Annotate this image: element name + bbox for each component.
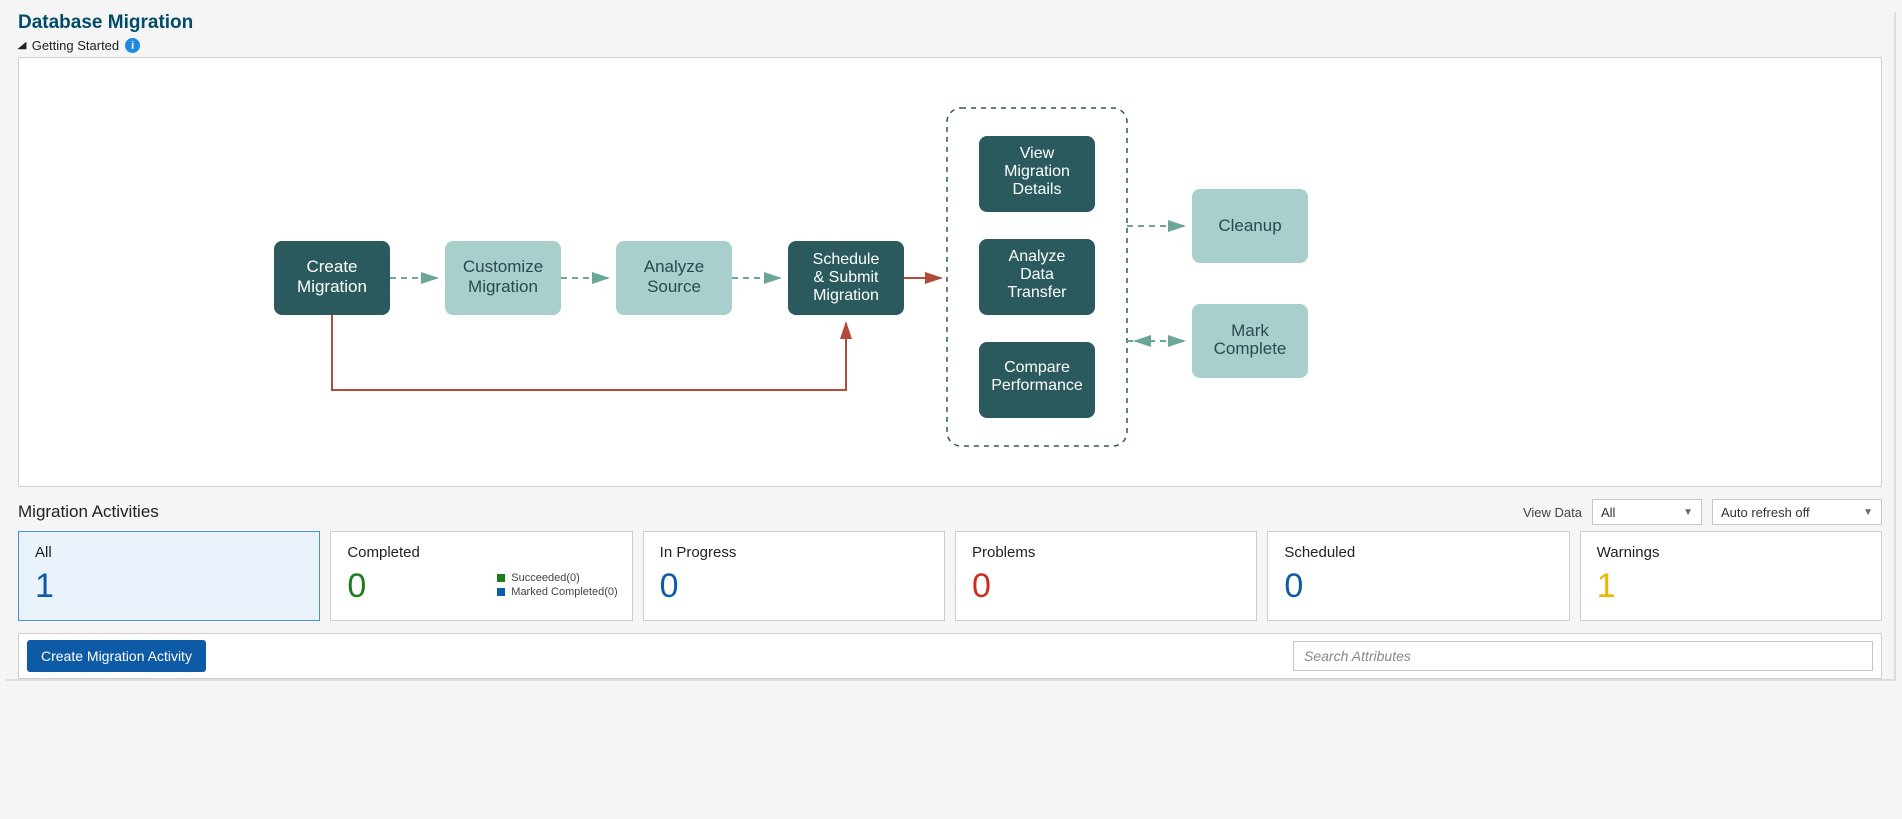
svg-text:Migration: Migration (1004, 163, 1070, 180)
card-value: 0 (972, 567, 1240, 606)
auto-refresh-select[interactable]: Auto refresh off ▼ (1712, 499, 1882, 525)
completed-legend: Succeeded(0) Marked Completed(0) (497, 572, 617, 600)
chevron-down-icon: ▼ (1683, 507, 1693, 518)
svg-text:Compare: Compare (1004, 359, 1070, 376)
svg-text:Mark: Mark (1231, 321, 1269, 340)
node-cleanup[interactable]: Cleanup (1192, 189, 1308, 263)
workflow-diagram: Create Migration Customize Migration Ana… (19, 58, 1531, 486)
actions-row: Create Migration Activity Search Attribu… (18, 633, 1882, 679)
chevron-down-icon: ▼ (1863, 507, 1873, 518)
svg-text:Analyze: Analyze (1009, 248, 1066, 265)
collapse-icon: ◢ (17, 40, 26, 51)
svg-text:Create: Create (306, 257, 357, 276)
svg-text:Transfer: Transfer (1008, 284, 1068, 301)
card-title: Scheduled (1284, 544, 1552, 561)
square-icon (497, 588, 505, 596)
card-completed[interactable]: Completed 0 Succeeded(0) Marked Complete… (330, 531, 632, 621)
card-value: 0 (660, 567, 928, 606)
card-scheduled[interactable]: Scheduled 0 (1267, 531, 1569, 621)
view-data-value: All (1601, 505, 1615, 520)
node-analyze-source[interactable]: Analyze Source (616, 241, 732, 315)
svg-text:& Submit: & Submit (814, 269, 879, 286)
card-title: All (35, 544, 303, 561)
migration-activities-header: Migration Activities (18, 502, 159, 522)
legend-marked: Marked Completed(0) (511, 586, 617, 598)
workflow-diagram-panel: Create Migration Customize Migration Ana… (18, 57, 1882, 487)
card-value: 1 (35, 567, 303, 606)
card-title: Completed (347, 544, 615, 561)
getting-started-header[interactable]: ◢ Getting Started (18, 38, 1894, 53)
node-mark-complete[interactable]: Mark Complete (1192, 304, 1308, 378)
node-schedule-submit[interactable]: Schedule & Submit Migration (788, 241, 904, 315)
svg-text:Migration: Migration (813, 287, 879, 304)
svg-text:Data: Data (1020, 266, 1054, 283)
svg-text:Migration: Migration (468, 277, 538, 296)
legend-succeeded: Succeeded(0) (511, 572, 580, 584)
square-icon (497, 574, 505, 582)
svg-text:Migration: Migration (297, 277, 367, 296)
card-all[interactable]: All 1 (18, 531, 320, 621)
svg-text:Customize: Customize (463, 257, 543, 276)
page-title: Database Migration (18, 12, 1894, 34)
svg-text:Performance: Performance (991, 377, 1083, 394)
auto-refresh-value: Auto refresh off (1721, 505, 1810, 520)
svg-text:Analyze: Analyze (644, 257, 704, 276)
svg-text:View: View (1020, 145, 1055, 162)
node-create-migration[interactable]: Create Migration (274, 241, 390, 315)
card-title: Problems (972, 544, 1240, 561)
view-data-select[interactable]: All ▼ (1592, 499, 1702, 525)
svg-text:Details: Details (1013, 181, 1062, 198)
svg-text:Complete: Complete (1214, 339, 1287, 358)
getting-started-label: Getting Started (32, 38, 119, 53)
card-title: Warnings (1597, 544, 1865, 561)
activity-cards: All 1 Completed 0 Succeeded(0) Marked Co… (18, 531, 1882, 621)
card-warnings[interactable]: Warnings 1 (1580, 531, 1882, 621)
svg-text:Schedule: Schedule (813, 251, 880, 268)
svg-text:Source: Source (647, 277, 701, 296)
card-title: In Progress (660, 544, 928, 561)
create-migration-activity-button[interactable]: Create Migration Activity (27, 640, 206, 672)
card-value: 1 (1597, 567, 1865, 606)
node-view-details[interactable]: View Migration Details (979, 136, 1095, 212)
card-value: 0 (1284, 567, 1552, 606)
node-customize-migration[interactable]: Customize Migration (445, 241, 561, 315)
card-problems[interactable]: Problems 0 (955, 531, 1257, 621)
info-icon[interactable] (125, 38, 140, 53)
search-attributes-input[interactable]: Search Attributes (1293, 641, 1873, 671)
card-inprogress[interactable]: In Progress 0 (643, 531, 945, 621)
svg-text:Cleanup: Cleanup (1218, 216, 1281, 235)
node-analyze-transfer[interactable]: Analyze Data Transfer (979, 239, 1095, 315)
view-data-label: View Data (1523, 505, 1582, 520)
node-compare-performance[interactable]: Compare Performance (979, 342, 1095, 418)
